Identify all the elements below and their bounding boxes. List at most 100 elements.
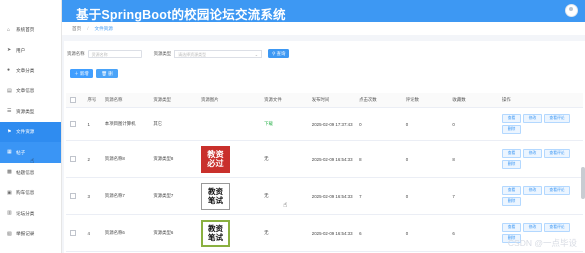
row-operations: 查看 修改 查看评论 删除 <box>502 186 582 206</box>
view-button[interactable]: 查看 <box>502 149 521 158</box>
row-checkbox[interactable] <box>70 155 76 162</box>
row-operations: 查看 修改 查看评论 删除 <box>502 114 582 134</box>
add-button-label: 新增 <box>79 71 89 76</box>
table-row: 3 资源名称7 资源类型7 教资 笔试 无 2025-02-09 16:54:33… <box>66 177 583 215</box>
action-bar: ＋ 新增 🗑 删除 <box>70 69 118 85</box>
sidebar-item-article-category[interactable]: ● 文章分类 <box>0 61 61 81</box>
delete-button[interactable]: 🗑 删除 <box>96 69 118 85</box>
delete-row-button[interactable]: 删除 <box>502 197 521 206</box>
cell-name: 资源名称7 <box>103 177 153 215</box>
cell-time: 2025-02-09 16:54:33 <box>310 214 359 252</box>
sidebar-item-file-resource[interactable]: ⚑ 文件资源 <box>0 121 61 143</box>
sidebar-item-label: 系统首页 <box>16 27 35 33</box>
row-checkbox[interactable] <box>70 192 76 199</box>
sidebar-item-label: 资源类型 <box>16 108 35 114</box>
view-comments-button[interactable]: 查看评论 <box>544 114 570 123</box>
col-clicks: 点击次数 <box>358 93 405 108</box>
report-icon: ▧ <box>7 230 12 237</box>
table-row: 4 资源名称6 资源类型6 教资 笔试 无 2025-02-09 16:54:33… <box>66 214 583 252</box>
cell-favorites: 0 <box>451 107 501 141</box>
view-comments-button[interactable]: 查看评论 <box>544 186 570 195</box>
view-button[interactable]: 查看 <box>502 223 521 232</box>
cell-time: 2025-02-09 17:37:43 <box>310 107 359 141</box>
edit-button[interactable]: 修改 <box>523 223 542 232</box>
col-name: 资源名称 <box>103 93 153 108</box>
col-comments: 评论数 <box>404 93 452 108</box>
sidebar-item-forum-category[interactable]: ▥ 论坛分类 <box>0 204 61 224</box>
sidebar-item-label: 论坛分类 <box>16 210 35 216</box>
cell-index: 2 <box>86 140 104 178</box>
sidebar-item-label: 文章分类 <box>16 67 35 73</box>
resource-name-input[interactable]: 资源名称 <box>87 49 142 58</box>
cell-comments: 0 <box>404 177 452 215</box>
search-button[interactable]: ⚲ 查询 <box>268 49 290 58</box>
cell-favorites: 8 <box>451 140 501 178</box>
col-time: 发布时间 <box>310 93 359 108</box>
table-row: 2 资源名称8 资源类型8 教资 必过 无 2025-02-09 16:54:33… <box>66 140 583 178</box>
edit-button[interactable]: 修改 <box>523 114 542 123</box>
breadcrumb: 首页 / 文件资源 <box>62 22 585 35</box>
sidebar-item-resource-type[interactable]: ☰ 资源类型 <box>0 102 61 122</box>
cell-comments: 0 <box>404 214 452 252</box>
delete-row-button[interactable]: 删除 <box>502 125 521 134</box>
sidebar-item-report-record[interactable]: ▧ 举报记录 <box>0 224 61 244</box>
sidebar-item-label: 文件资源 <box>16 129 35 135</box>
delete-button-label: 删除 <box>104 71 113 85</box>
resource-table: 序号 资源名称 资源类型 资源图片 资源文件 发布时间 点击次数 评论数 收藏数… <box>66 93 583 252</box>
view-button[interactable]: 查看 <box>502 186 521 195</box>
sidebar-item-label: 文章信息 <box>16 88 35 94</box>
col-type: 资源类型 <box>152 93 200 108</box>
sidebar-item-label: 帖子 <box>16 149 26 155</box>
row-checkbox[interactable] <box>70 229 76 236</box>
cell-name: 资源名称8 <box>103 140 153 178</box>
cell-file: 无 <box>263 214 311 252</box>
table-header-row: 序号 资源名称 资源类型 资源图片 资源文件 发布时间 点击次数 评论数 收藏数… <box>66 93 583 108</box>
view-comments-button[interactable]: 查看评论 <box>544 223 570 232</box>
resource-image: 教资 笔试 <box>200 182 230 210</box>
cell-index: 4 <box>86 214 104 252</box>
cell-type: 资源类型8 <box>152 140 200 178</box>
edit-button[interactable]: 修改 <box>523 186 542 195</box>
cell-index: 3 <box>86 177 104 215</box>
row-checkbox[interactable] <box>70 120 76 127</box>
edit-button[interactable]: 修改 <box>523 149 542 158</box>
chevron-down-icon: ⌄ <box>254 51 259 57</box>
folder-icon: ▦ <box>7 149 12 156</box>
top-header: 基于SpringBoot的校园论坛交流系统 <box>62 0 585 22</box>
view-comments-button[interactable]: 查看评论 <box>544 149 570 158</box>
vertical-scrollbar[interactable] <box>581 167 585 199</box>
sidebar-item-home[interactable]: ⌂ 系统首页 <box>0 20 61 40</box>
sidebar-item-cart-info[interactable]: ▣ 购车信息 <box>0 183 61 203</box>
pointer-cursor-icon: ☝ <box>283 202 288 209</box>
resource-type-placeholder: 请选择资源类型 <box>178 51 207 57</box>
resource-type-select[interactable]: 请选择资源类型 ⌄ <box>174 49 263 58</box>
cell-type: 其它 <box>152 107 200 141</box>
table-row: 1 本项目图计算机 其它 下载 2025-02-09 17:37:43 0 0 … <box>66 107 583 141</box>
cell-favorites: 7 <box>451 177 501 215</box>
col-operations: 操作 <box>501 93 583 108</box>
sidebar-item-topic-info[interactable]: ▩ 帖题信息 <box>0 163 61 183</box>
breadcrumb-home[interactable]: 首页 <box>72 26 81 32</box>
cell-name: 资源名称6 <box>103 214 153 252</box>
resource-type-label: 资源类型 <box>153 50 172 56</box>
main-panel: 资源名称 资源名称 资源类型 请选择资源类型 ⌄ ⚲ 查询 ＋ 新增 🗑 删除 序… <box>64 41 585 253</box>
delete-row-button[interactable]: 删除 <box>502 160 521 169</box>
sidebar-item-article-info[interactable]: ▤ 文章信息 <box>0 81 61 101</box>
cell-image-empty <box>201 109 231 139</box>
view-button[interactable]: 查看 <box>502 114 521 123</box>
resource-image: 教资 笔试 <box>200 219 230 247</box>
resource-image: 教资 必过 <box>200 145 230 173</box>
grid-icon: ▩ <box>7 169 12 176</box>
sidebar-item-user[interactable]: ➤ 用户 <box>0 40 61 60</box>
document-icon: ▤ <box>7 87 12 94</box>
select-all-checkbox[interactable] <box>70 96 76 103</box>
cell-comments: 0 <box>404 140 452 178</box>
download-link[interactable]: 下载 <box>264 121 273 126</box>
col-index: 序号 <box>86 93 104 108</box>
search-button-label: 查询 <box>276 51 286 56</box>
sidebar-item-label: 购车信息 <box>16 190 35 196</box>
avatar[interactable] <box>565 4 578 17</box>
sidebar: ⌂ 系统首页 ➤ 用户 ● 文章分类 ▤ 文章信息 ☰ 资源类型 ⚑ 文件资源 ▦ 帖子 ▩ 帖… <box>0 0 62 253</box>
add-button[interactable]: ＋ 新增 <box>70 69 93 78</box>
cell-clicks: 6 <box>358 214 405 252</box>
